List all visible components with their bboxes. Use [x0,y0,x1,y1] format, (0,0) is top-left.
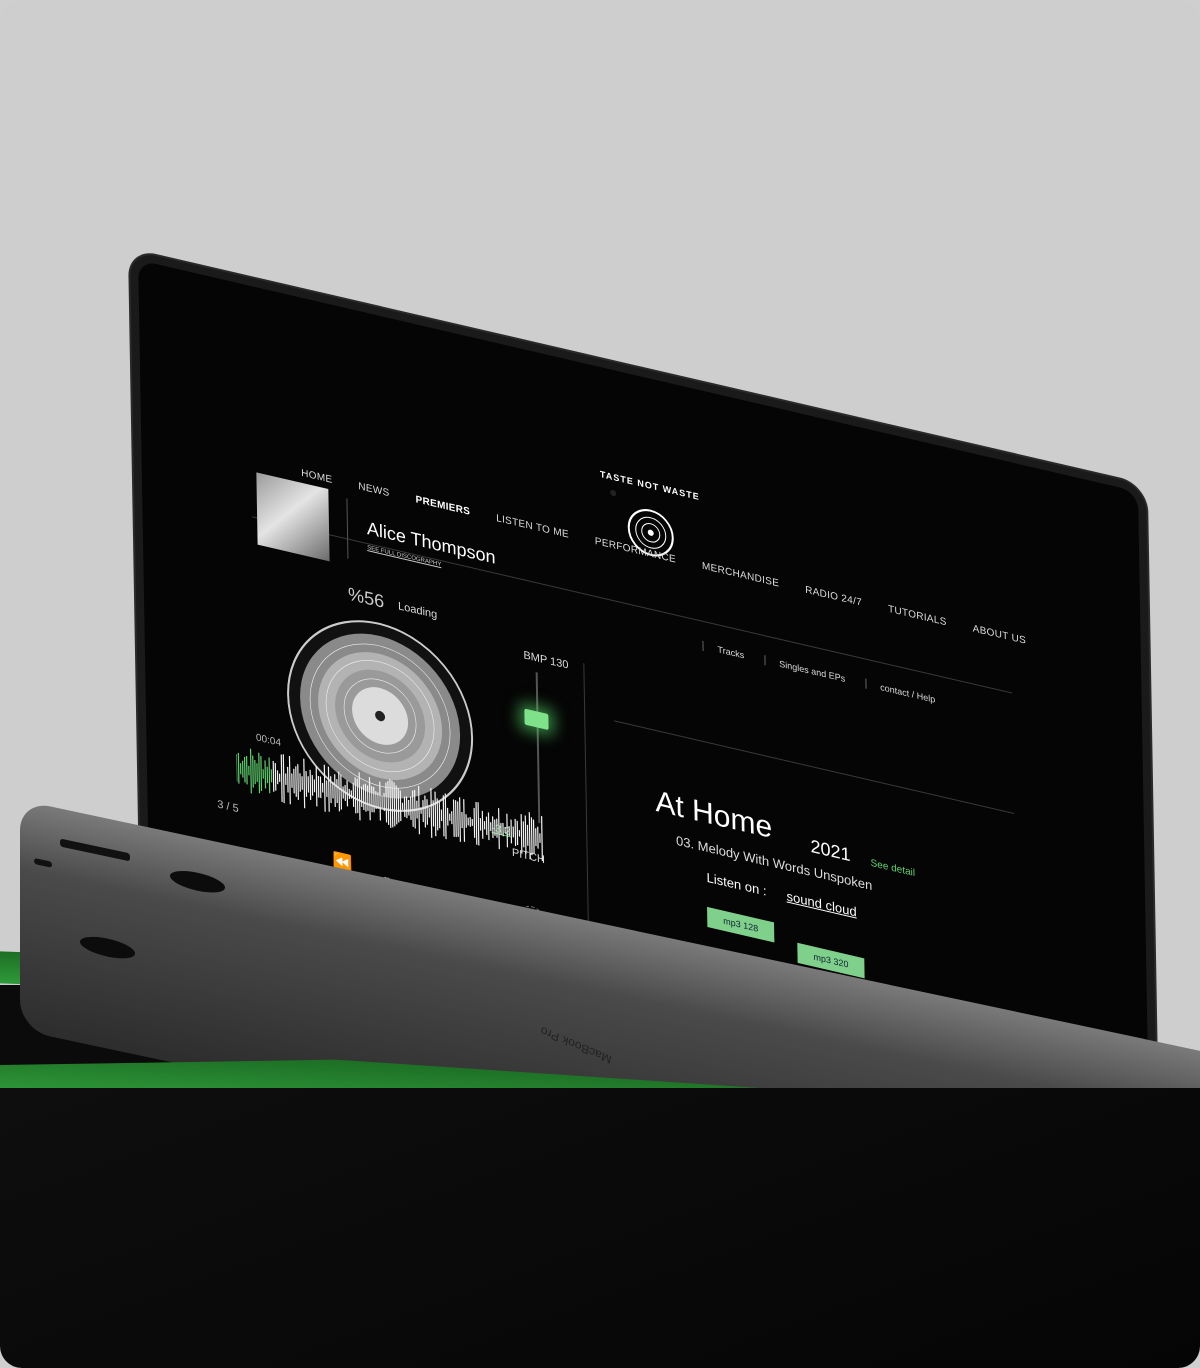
waveform-bar [327,766,330,812]
waveform-bar [368,777,371,821]
waveform-bar [237,752,240,784]
waveform-bar [424,795,427,828]
waveform-bar [389,778,392,828]
nav-radio[interactable]: RADIO 24/7 [805,585,862,609]
bmp-label: BMP 130 [523,649,569,672]
waveform-bar [252,755,254,788]
waveform-bar [280,754,283,803]
waveform-bar [436,798,439,831]
waveform-bar [541,815,543,862]
laptop-foot-mid [170,866,225,897]
waveform-bar [315,766,318,807]
soundcloud-link[interactable]: sound cloud [786,888,856,919]
nav-tutorials[interactable]: TUTORIALS [888,604,947,629]
pedestal-front [0,1088,1200,1368]
waveform-bar [356,778,359,814]
waveform-bar [295,766,297,797]
waveform-bar [397,788,400,823]
waveform-bar [524,815,527,855]
waveform-bar [385,782,388,823]
see-detail-link[interactable]: See detail [870,858,915,879]
nav-about-us[interactable]: ABOUT US [973,623,1027,646]
waveform-bar [288,755,291,805]
waveform-bar [475,801,478,845]
avatar-divider [346,498,349,559]
loading-percent: %56 [347,583,385,613]
album-title: At Home [655,784,773,846]
waveform-bar [442,795,445,837]
waveform-bar [272,760,275,792]
waveform-bar [463,799,466,843]
waveform-bar [282,754,285,804]
nav-news[interactable]: NEWS [358,481,389,499]
waveform-bar [249,748,252,794]
waveform-bar [387,780,390,826]
tab-contact-help[interactable]: contact / Help [865,678,936,705]
waveform-bar [338,771,341,812]
waveform-bar [399,790,402,822]
track-counter: 3 / 5 [217,798,239,816]
waveform-bar [477,802,480,846]
waveform-bar [309,769,312,801]
waveform-bar [258,752,261,794]
waveform-bar [395,785,398,825]
pitch-slider-handle[interactable] [524,708,549,731]
waveform-bar [297,764,299,801]
waveform-bar [459,797,461,842]
sd-slot [34,857,52,868]
waveform-bar [473,807,476,838]
laptop-brand: MacBook Pro [539,1023,613,1067]
waveform-bar [303,758,306,809]
waveform-bar [532,819,535,854]
waveform-bar [260,755,263,792]
waveform-bar [530,817,533,856]
tab-singles-eps[interactable]: Singles and EPs [764,655,846,684]
waveform-bar [454,800,457,838]
waveform-bar [268,757,271,794]
waveform-bar [379,781,382,821]
nav-listen-to-me[interactable]: LISTEN TO ME [496,513,569,541]
waveform-bar [417,785,421,835]
album-year: 2021 [810,835,851,866]
waveform-bar [520,813,523,854]
waveform-bar [528,812,531,860]
loading-label: Loading [397,600,438,622]
pitch-track[interactable] [535,672,541,824]
listen-on-label: Listen on : [706,869,767,899]
waveform-bar [506,813,509,848]
waveform-bar [393,782,396,827]
waveform-bar [452,799,455,837]
waveform-bar [391,780,394,828]
waveform-bar [340,774,343,810]
nav-premiers[interactable]: PREMIERS [415,494,470,518]
artist-avatar[interactable] [256,472,330,562]
waveform-bar [413,789,416,829]
waveform-bar [411,790,414,827]
waveform-bar [323,764,326,812]
waveform-bar [497,808,500,850]
nav-merchandise[interactable]: MERCHANDISE [702,561,779,590]
waveform-bar [430,787,433,838]
waveform-bar [354,777,357,814]
waveform-bar [334,774,336,808]
waveform-bar [434,791,437,837]
waveform-bar [444,793,447,840]
usb-port [60,838,130,862]
download-mp3-128-button[interactable]: mp3 128 [707,906,775,943]
waveform-bar [358,772,361,821]
sub-tabs: Tracks Singles and EPs contact / Help [702,640,936,705]
laptop-foot-left [80,932,135,963]
tab-tracks[interactable]: Tracks [702,640,745,661]
waveform-bar [457,801,459,837]
scene: TASTE NOT WASTE HOME NEWS PREMIERS LISTE… [0,0,1200,1368]
